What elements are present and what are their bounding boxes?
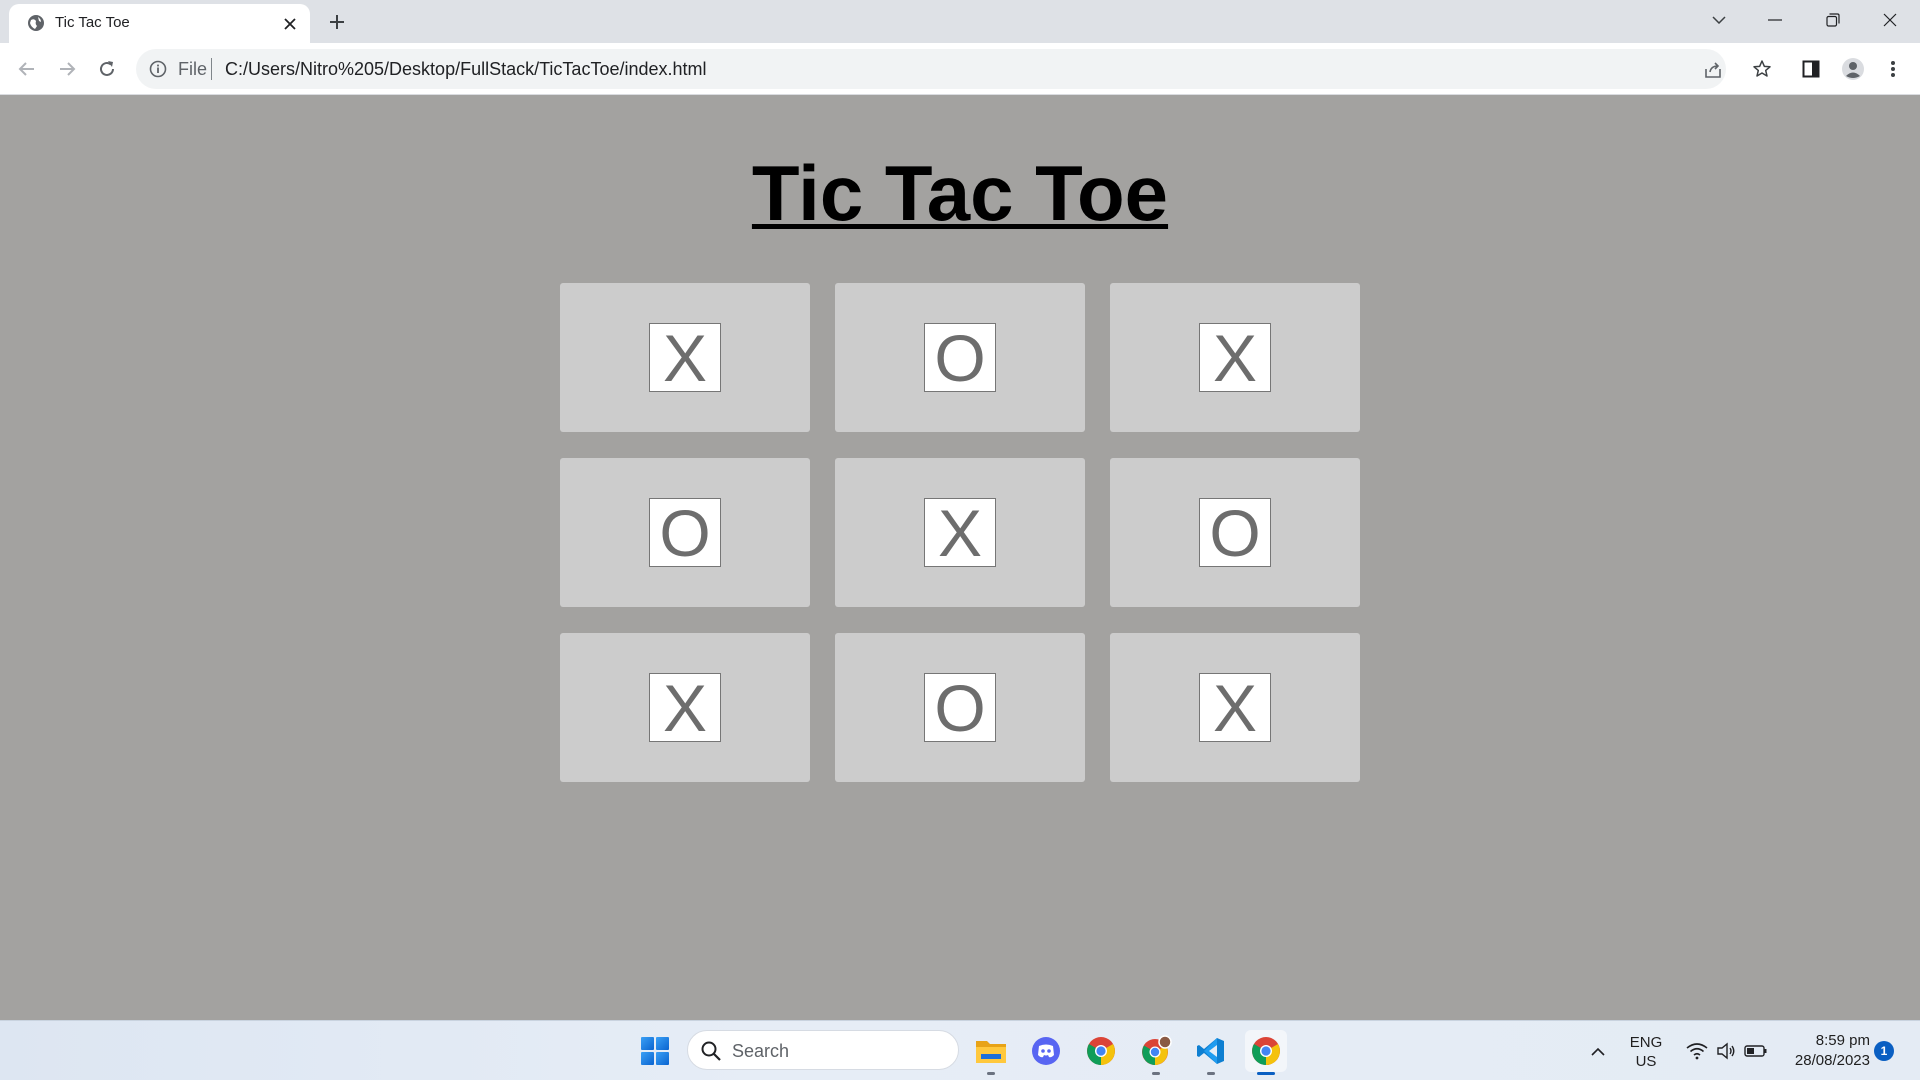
close-tab-icon[interactable] (280, 14, 300, 34)
language-code: ENG (1629, 1034, 1663, 1051)
more-menu-icon[interactable] (1880, 56, 1906, 82)
active-indicator (1257, 1072, 1275, 1075)
vscode-icon[interactable] (1190, 1030, 1232, 1075)
board-cell-2-2[interactable]: X (1110, 633, 1360, 782)
clock[interactable]: 8:59 pm 28/08/2023 (1778, 1031, 1870, 1071)
globe-icon (28, 15, 44, 31)
minimize-icon[interactable] (1752, 4, 1798, 36)
system-tray-status[interactable] (1672, 1030, 1782, 1072)
game-board: X O X O X O X O X (560, 283, 1360, 782)
language-indicator[interactable]: ENG US (1624, 1033, 1668, 1071)
browser-tab-strip: Tic Tac Toe (0, 0, 1920, 43)
game-title: Tic Tac Toe (751, 149, 1169, 237)
show-hidden-icons-chevron-icon[interactable] (1578, 1030, 1618, 1072)
share-icon[interactable] (1701, 58, 1725, 82)
side-panel-icon[interactable] (1798, 56, 1824, 82)
windows-taskbar: Search ENG US 8:59 pm 28/08/2023 1 (0, 1020, 1920, 1080)
browser-tab[interactable]: Tic Tac Toe (9, 4, 310, 43)
wifi-icon (1686, 1043, 1708, 1060)
cell-mark[interactable]: X (649, 673, 721, 742)
cell-mark[interactable]: X (649, 323, 721, 392)
cell-mark[interactable]: X (924, 498, 996, 567)
page-content: Tic Tac Toe X O X O X O X O X (0, 96, 1920, 1020)
board-cell-2-1[interactable]: O (835, 633, 1085, 782)
volume-icon (1717, 1042, 1735, 1060)
forward-icon[interactable] (52, 54, 82, 84)
address-scheme-label: File (178, 59, 208, 79)
address-bar[interactable]: File C:/Users/Nitro%205/Desktop/FullStac… (136, 49, 1726, 89)
notification-badge[interactable]: 1 (1874, 1041, 1894, 1061)
cell-mark[interactable]: O (1199, 498, 1271, 567)
clock-time: 8:59 pm (1815, 1032, 1870, 1049)
battery-icon (1744, 1045, 1767, 1057)
profile-avatar-icon[interactable] (1840, 56, 1866, 82)
board-cell-1-2[interactable]: O (1110, 458, 1360, 607)
taskbar-search-placeholder: Search (732, 1041, 790, 1061)
cell-mark[interactable]: O (649, 498, 721, 567)
browser-toolbar: File C:/Users/Nitro%205/Desktop/FullStac… (0, 43, 1920, 95)
search-icon (701, 1041, 721, 1061)
discord-icon[interactable] (1025, 1030, 1067, 1072)
close-window-icon[interactable] (1867, 4, 1913, 36)
cell-mark[interactable]: X (1199, 323, 1271, 392)
board-cell-1-1[interactable]: X (835, 458, 1085, 607)
board-cell-0-1[interactable]: O (835, 283, 1085, 432)
running-indicator (987, 1072, 995, 1075)
cell-mark[interactable]: X (1199, 673, 1271, 742)
tab-search-chevron-icon[interactable] (1696, 4, 1742, 36)
running-indicator (1207, 1072, 1215, 1075)
restore-icon[interactable] (1810, 4, 1856, 36)
back-icon[interactable] (12, 54, 42, 84)
file-explorer-icon[interactable] (970, 1030, 1012, 1075)
site-info-icon[interactable] (148, 59, 168, 79)
taskbar-search-box[interactable]: Search (687, 1030, 959, 1070)
cell-mark[interactable]: O (924, 673, 996, 742)
board-cell-0-0[interactable]: X (560, 283, 810, 432)
new-tab-icon[interactable] (324, 9, 350, 35)
region-code: US (1635, 1053, 1657, 1070)
chrome-profile-icon[interactable] (1135, 1030, 1177, 1075)
running-indicator (1152, 1072, 1160, 1075)
board-cell-2-0[interactable]: X (560, 633, 810, 782)
clock-date: 28/08/2023 (1794, 1052, 1870, 1069)
board-cell-1-0[interactable]: O (560, 458, 810, 607)
address-separator (211, 58, 212, 80)
chrome-icon[interactable] (1080, 1030, 1122, 1072)
windows-start-icon[interactable] (634, 1030, 676, 1072)
address-url[interactable]: C:/Users/Nitro%205/Desktop/FullStack/Tic… (225, 59, 707, 80)
reload-icon[interactable] (92, 54, 122, 84)
cell-mark[interactable]: O (924, 323, 996, 392)
board-cell-0-2[interactable]: X (1110, 283, 1360, 432)
bookmark-star-icon[interactable] (1749, 56, 1775, 82)
tab-title: Tic Tac Toe (55, 14, 130, 31)
chrome-active-icon[interactable] (1245, 1030, 1287, 1075)
